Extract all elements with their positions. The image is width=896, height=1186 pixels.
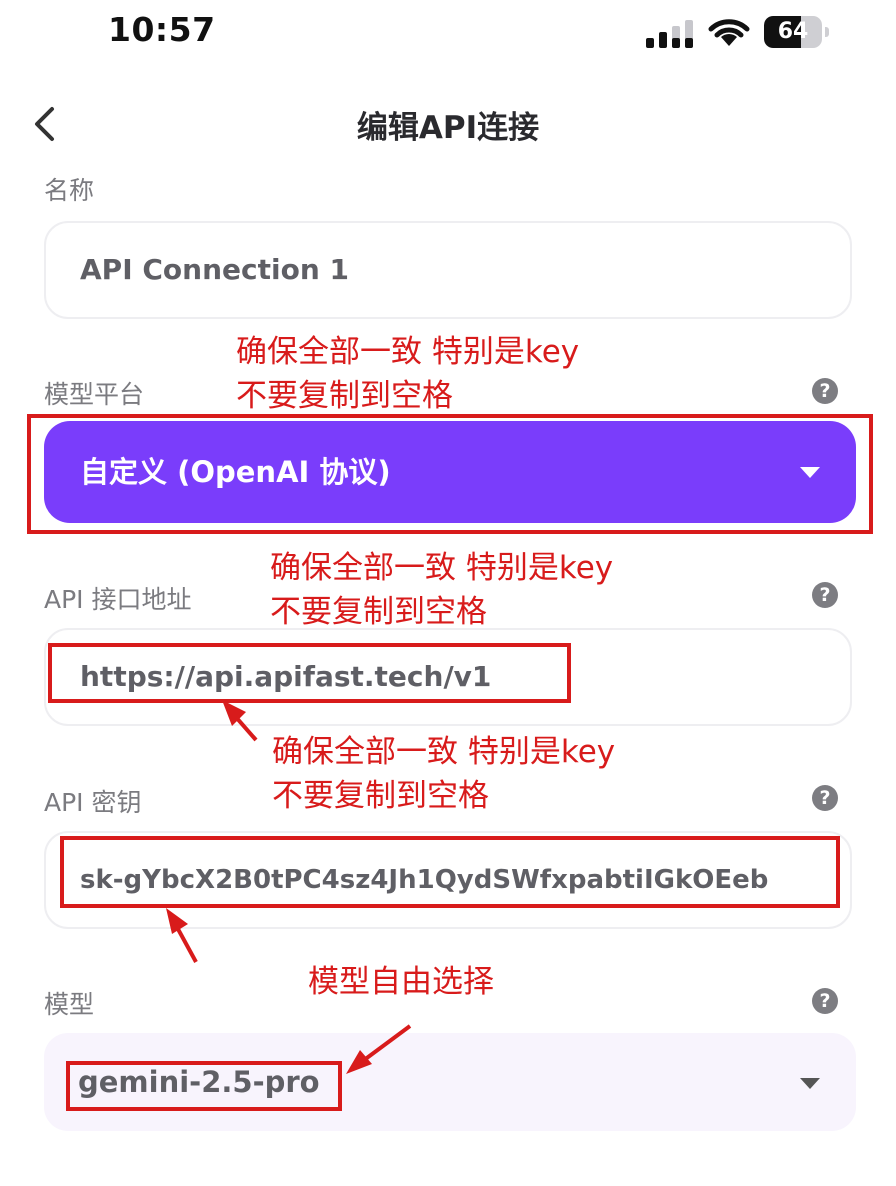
battery-percent: 64	[777, 19, 809, 44]
key-label: API 密钥	[44, 788, 142, 817]
annotation-note: 确保全部一致 特别是key 不要复制到空格	[270, 550, 614, 630]
highlight-key-box	[60, 836, 840, 908]
endpoint-label: API 接口地址	[44, 585, 192, 614]
name-value: API Connection 1	[80, 253, 349, 286]
cellular-signal-icon	[646, 20, 693, 48]
model-label: 模型	[44, 990, 95, 1019]
status-time: 10:57	[108, 10, 216, 49]
annotation-note: 确保全部一致 特别是key 不要复制到空格	[236, 334, 580, 414]
name-label: 名称	[44, 176, 95, 205]
platform-help-icon[interactable]: ?	[812, 378, 838, 404]
endpoint-help-icon[interactable]: ?	[812, 582, 838, 608]
platform-label: 模型平台	[44, 380, 145, 409]
key-help-icon[interactable]: ?	[812, 785, 838, 811]
chevron-down-icon	[800, 1078, 820, 1089]
battery-indicator: 64	[764, 16, 830, 48]
annotation-model-note: 模型自由选择	[308, 964, 494, 1000]
model-help-icon[interactable]: ?	[812, 988, 838, 1014]
highlight-model-box	[66, 1061, 342, 1111]
page-title: 编辑API连接	[356, 110, 540, 146]
highlight-platform-box	[27, 414, 873, 534]
name-input[interactable]: API Connection 1	[44, 221, 852, 319]
wifi-icon	[708, 19, 750, 46]
highlight-endpoint-box	[48, 643, 571, 703]
annotation-note: 确保全部一致 特别是key 不要复制到空格	[272, 734, 616, 814]
